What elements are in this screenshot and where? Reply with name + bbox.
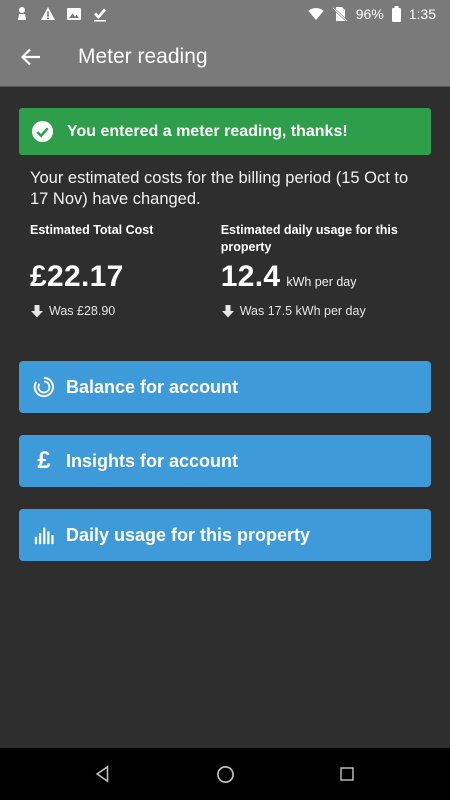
usage-was-text: Was 17.5 kWh per day [239,304,366,318]
usage-value: 12.4 [220,260,281,293]
balance-button-label: Balance for account [66,376,239,397]
clock: 1:35 [408,6,436,22]
arrow-down-icon [221,304,235,318]
banner-message: You entered a meter reading, thanks! [67,122,348,140]
status-icons-right: 96% 1:35 [308,6,436,22]
status-icons-left [14,6,108,22]
nav-back-button[interactable] [91,762,115,786]
nav-home-button[interactable] [213,762,237,786]
insights-button-label: Insights for account [66,450,239,471]
recents-square-icon [340,767,354,781]
no-sim-icon [331,6,348,22]
billing-summary: Your estimated costs for the billing per… [30,169,409,208]
triangle-back-icon [95,765,109,783]
cost-value: £22.17 [30,260,124,293]
success-banner: You entered a meter reading, thanks! [19,108,431,155]
image-icon [66,6,82,22]
home-circle-icon [216,765,234,783]
pound-icon: £ [37,447,51,474]
main-content: You entered a meter reading, thanks! You… [0,86,450,748]
cost-stat: Estimated Total Cost £22.17 Was £28.90 [30,222,221,318]
battery-level: 96% [355,6,384,22]
cost-label: Estimated Total Cost [30,223,154,237]
cost-value-row: £22.17 [30,260,221,294]
notification-icon [14,6,30,22]
page-title: Meter reading [78,45,208,68]
usage-label: Estimated daily usage for this property [220,223,398,254]
nav-recents-button[interactable] [335,762,359,786]
stats-row: Estimated Total Cost £22.17 Was £28.90 E… [19,222,431,318]
bar-chart-icon [32,523,56,547]
download-icon [92,6,108,22]
daily-usage-button[interactable]: Daily usage for this property [19,509,431,561]
balance-icon [32,375,56,399]
check-circle-icon [31,120,54,143]
insights-button[interactable]: £ Insights for account [19,435,431,487]
system-nav-bar [0,748,450,800]
app-bar: Meter reading [0,28,450,86]
wifi-icon [308,6,324,22]
cost-was-text: Was £28.90 [49,304,116,318]
battery-icon [391,6,401,22]
usage-stat: Estimated daily usage for this property … [221,222,431,318]
balance-button[interactable]: Balance for account [19,361,431,413]
usage-previous: Was 17.5 kWh per day [221,304,431,318]
warning-icon [40,6,56,22]
daily-usage-button-label: Daily usage for this property [66,524,311,545]
usage-unit: kWh per day [286,275,357,289]
arrow-back-icon [20,48,40,66]
usage-value-row: 12.4 kWh per day [221,260,431,294]
back-button[interactable] [0,28,62,86]
arrow-down-icon [30,304,44,318]
status-bar: 96% 1:35 [0,0,450,28]
cost-previous: Was £28.90 [30,304,221,318]
